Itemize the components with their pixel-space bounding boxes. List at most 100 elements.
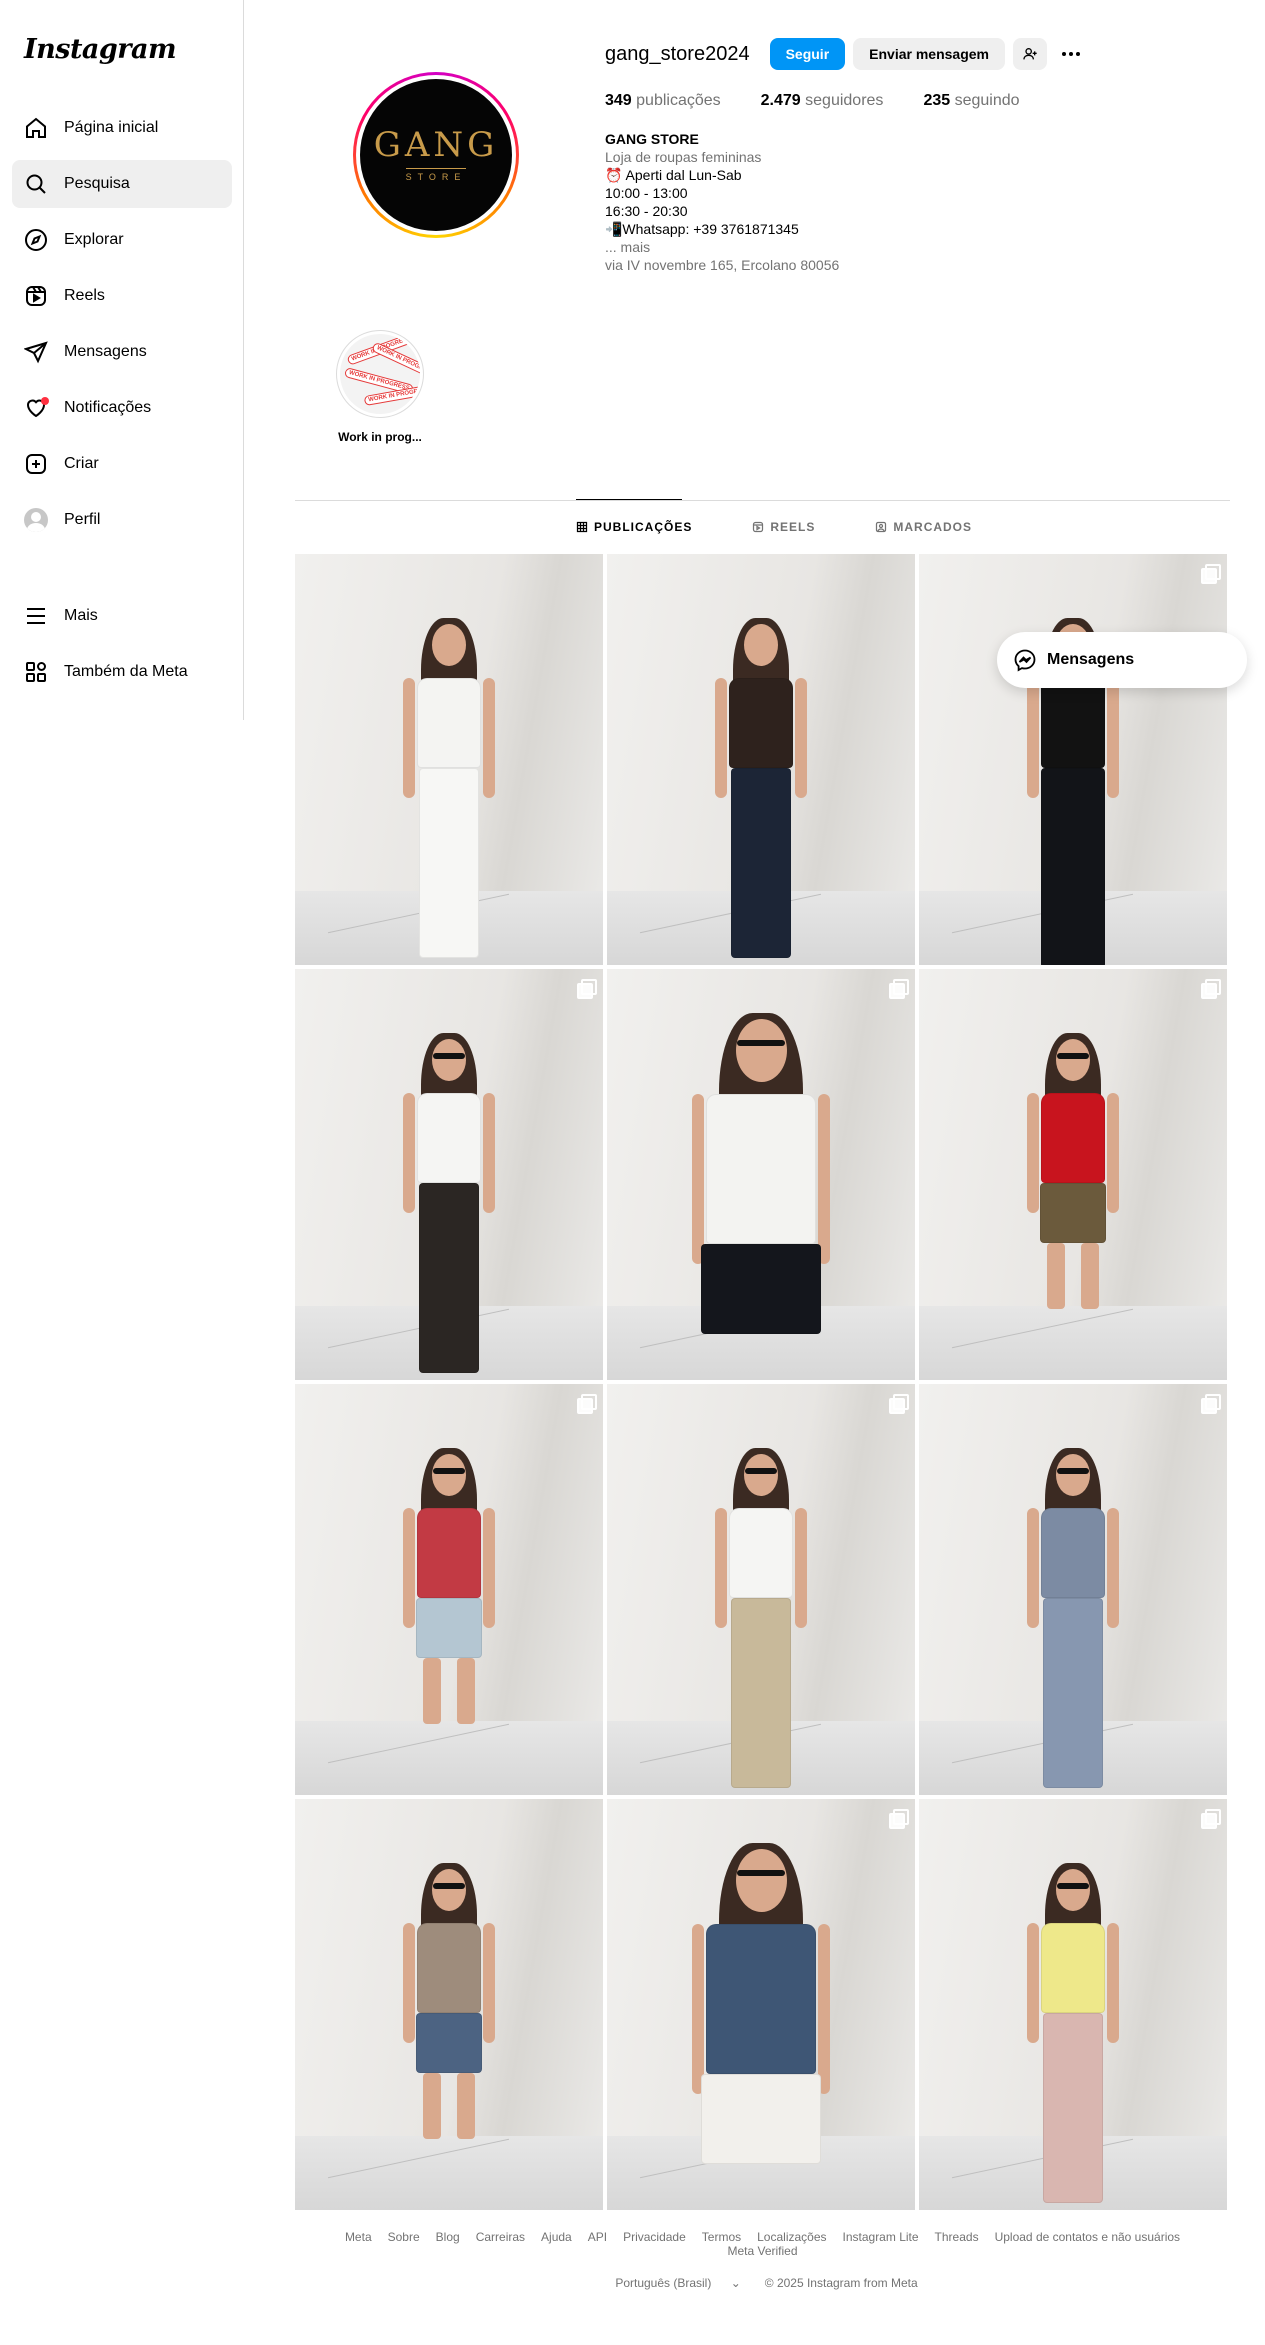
footer-link[interactable]: Upload de contatos e não usuários <box>995 2230 1180 2244</box>
model-figure <box>379 1384 519 1795</box>
footer-link[interactable]: Meta <box>345 2230 372 2244</box>
brand-logo: GANG STORE <box>360 79 512 231</box>
post-item[interactable] <box>607 1799 915 2210</box>
home-icon <box>24 116 48 140</box>
footer-link[interactable]: Instagram Lite <box>843 2230 919 2244</box>
sidebar-item-label: Criar <box>64 455 99 472</box>
model-figure <box>379 554 519 965</box>
top-garment <box>1041 1508 1105 1598</box>
footer-link[interactable]: Sobre <box>388 2230 420 2244</box>
post-item[interactable] <box>919 1799 1227 2210</box>
bottom-garment <box>1043 2013 1103 2203</box>
post-item[interactable] <box>295 1384 603 1795</box>
post-item[interactable] <box>919 1384 1227 1795</box>
sidebar-item-label: Página inicial <box>64 119 159 136</box>
carousel-icon <box>1201 1394 1221 1414</box>
post-item[interactable] <box>295 1799 603 2210</box>
language-selector[interactable]: Português (Brasil) ⌄ <box>607 2276 748 2290</box>
bottom-garment <box>419 768 479 958</box>
footer-link[interactable]: Localizações <box>757 2230 826 2244</box>
messages-floating-button[interactable]: Mensagens <box>997 632 1247 688</box>
followers-count[interactable]: 2.479 seguidores <box>761 92 884 110</box>
profile-picture[interactable]: GANG STORE <box>353 72 519 238</box>
top-garment <box>417 678 481 768</box>
sidebar-item-messages[interactable]: Mensagens <box>12 328 232 376</box>
post-item[interactable] <box>607 1384 915 1795</box>
top-garment <box>417 1923 481 2013</box>
sidebar-item-reels[interactable]: Reels <box>12 272 232 320</box>
sidebar-item-label: Explorar <box>64 231 124 248</box>
post-item[interactable] <box>919 554 1227 965</box>
reels-icon <box>24 284 48 308</box>
footer-link[interactable]: Ajuda <box>541 2230 572 2244</box>
tag-icon <box>876 521 887 533</box>
sidebar-item-label: Notificações <box>64 399 152 416</box>
top-garment <box>417 1093 481 1183</box>
send-message-button[interactable]: Enviar mensagem <box>853 38 1005 70</box>
sidebar-item-more[interactable]: Mais <box>12 592 232 640</box>
bio-address[interactable]: via IV novembre 165, Ercolano 80056 <box>605 256 1225 274</box>
profile-name: GANG STORE <box>605 131 699 147</box>
post-item[interactable] <box>295 554 603 965</box>
sidebar-item-label: Mais <box>64 607 98 624</box>
instagram-logo[interactable]: Instagram <box>24 34 177 65</box>
sidebar-item-label: Perfil <box>64 511 101 528</box>
footer-link[interactable]: Meta Verified <box>727 2244 797 2258</box>
sidebar-item-explore[interactable]: Explorar <box>12 216 232 264</box>
tab-posts[interactable]: PUBLICAÇÕES <box>576 520 692 534</box>
posts-count: 349 publicações <box>605 92 721 109</box>
post-item[interactable] <box>295 969 603 1380</box>
bottom-garment <box>419 1183 479 1373</box>
tab-reels[interactable]: REELS <box>752 520 815 534</box>
add-person-icon <box>1023 48 1037 60</box>
footer-link[interactable]: Carreiras <box>476 2230 525 2244</box>
brand-logo-main: GANG <box>373 125 499 165</box>
post-item[interactable] <box>607 969 915 1380</box>
grid-icon <box>576 521 588 533</box>
sidebar-item-profile[interactable]: Perfil <box>12 496 232 544</box>
post-item[interactable] <box>919 969 1227 1380</box>
following-count[interactable]: 235 seguindo <box>923 92 1019 110</box>
bottom-garment <box>416 1598 482 1658</box>
tab-tagged[interactable]: MARCADOS <box>875 520 972 534</box>
suggest-users-button[interactable] <box>1013 38 1047 70</box>
profile-bio: GANG STORE Loja de roupas femininas ⏰ Ap… <box>605 130 1225 274</box>
footer-link[interactable]: Threads <box>935 2230 979 2244</box>
sunglasses <box>433 1883 465 1889</box>
carousel-icon <box>1201 979 1221 999</box>
story-highlight[interactable]: WORK IN PROGRESS WORK IN PROGRESS WORK I… <box>330 330 430 444</box>
post-item[interactable] <box>607 554 915 965</box>
footer-link[interactable]: Termos <box>702 2230 741 2244</box>
more-icon <box>1062 52 1080 56</box>
heart-icon <box>24 396 49 420</box>
sidebar-item-label: Pesquisa <box>64 175 130 192</box>
sidebar-item-create[interactable]: Criar <box>12 440 232 488</box>
footer-link[interactable]: Privacidade <box>623 2230 686 2244</box>
footer-bottom: Português (Brasil) ⌄ © 2025 Instagram fr… <box>295 2276 1230 2290</box>
follow-button[interactable]: Seguir <box>769 38 846 70</box>
sidebar-item-label: Reels <box>64 287 105 304</box>
sidebar-bottom: Mais Também da Meta <box>12 592 232 704</box>
footer-link[interactable]: Blog <box>436 2230 460 2244</box>
sidebar-item-notifications[interactable]: Notificações <box>12 384 232 432</box>
top-garment <box>729 1508 793 1598</box>
bio-line: 📲Whatsapp: +39 3761871345 <box>605 221 799 237</box>
footer-link[interactable]: API <box>588 2230 607 2244</box>
model-figure <box>691 1384 831 1795</box>
messenger-icon <box>1014 649 1036 672</box>
copyright: © 2025 Instagram from Meta <box>764 2276 918 2290</box>
sidebar-item-home[interactable]: Página inicial <box>12 104 232 152</box>
plus-square-icon <box>24 452 48 476</box>
tabs-divider <box>295 500 1230 501</box>
bio-more-link[interactable]: ... mais <box>605 238 1225 256</box>
chevron-down-icon: ⌄ <box>730 2276 741 2290</box>
sidebar-item-also-from-meta[interactable]: Também da Meta <box>12 648 232 696</box>
menu-icon <box>24 604 48 628</box>
sidebar-item-search[interactable]: Pesquisa <box>12 160 232 208</box>
options-button[interactable] <box>1055 38 1087 70</box>
top-garment <box>1041 1093 1105 1183</box>
active-tab-indicator <box>576 499 682 500</box>
posts-grid <box>295 554 1230 2210</box>
footer-links: Meta Sobre Blog Carreiras Ajuda API Privacidad… <box>295 2230 1230 2258</box>
bio-line: 16:30 - 20:30 <box>605 203 688 219</box>
